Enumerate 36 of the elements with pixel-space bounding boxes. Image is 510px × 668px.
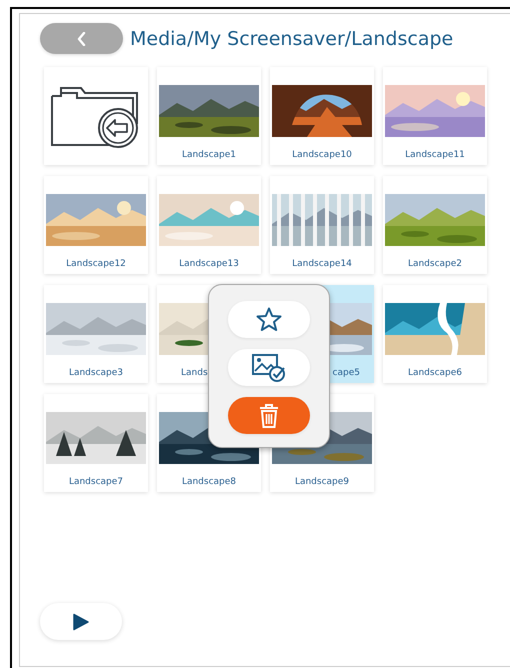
favorite-button[interactable] xyxy=(228,301,310,338)
tile-label: Landscape1 xyxy=(182,150,236,160)
tile-label: Landscape12 xyxy=(66,259,126,269)
image-check-icon xyxy=(252,354,286,382)
tile-label: Landscape9 xyxy=(294,477,350,487)
set-wallpaper-button[interactable] xyxy=(228,349,310,386)
play-icon xyxy=(72,612,90,630)
image-tile[interactable]: Landscape12 xyxy=(44,176,148,274)
image-tile[interactable]: Landscape2 xyxy=(383,176,487,274)
tile-label: Landscape8 xyxy=(182,477,236,487)
image-tile[interactable]: Landscape10 xyxy=(270,67,374,165)
tile-label: Lands xyxy=(181,368,208,378)
tile-label: Landscape11 xyxy=(405,150,465,160)
tile-label: Landscape13 xyxy=(179,259,239,269)
tile-label: cape5 xyxy=(332,368,360,378)
image-tile[interactable]: Landscape6 xyxy=(383,285,487,383)
trash-icon xyxy=(258,402,280,428)
delete-button[interactable] xyxy=(228,397,310,434)
star-icon xyxy=(256,307,282,332)
parent-folder-tile[interactable] xyxy=(44,67,148,165)
tile-label: Landscape2 xyxy=(408,259,462,269)
folder-path-title: Media/My Screensaver/Landscape xyxy=(130,28,454,50)
play-button[interactable] xyxy=(40,603,122,640)
image-tile[interactable]: Landscape1 xyxy=(157,67,261,165)
image-tile[interactable]: Landscape7 xyxy=(44,394,148,492)
image-tile[interactable]: Landscape14 xyxy=(270,176,374,274)
tile-label: Landscape14 xyxy=(292,259,352,269)
image-tile[interactable]: Landscape3 xyxy=(44,285,148,383)
folder-back-icon xyxy=(51,84,141,148)
image-tile[interactable]: Landscape13 xyxy=(157,176,261,274)
back-icon xyxy=(77,32,86,46)
tile-label: Landscape7 xyxy=(68,477,124,487)
tile-label: Landscape3 xyxy=(68,368,124,378)
image-tile[interactable]: Landscape11 xyxy=(383,67,487,165)
tile-label: Landscape6 xyxy=(408,368,462,378)
tile-label: Landscape10 xyxy=(292,150,352,160)
